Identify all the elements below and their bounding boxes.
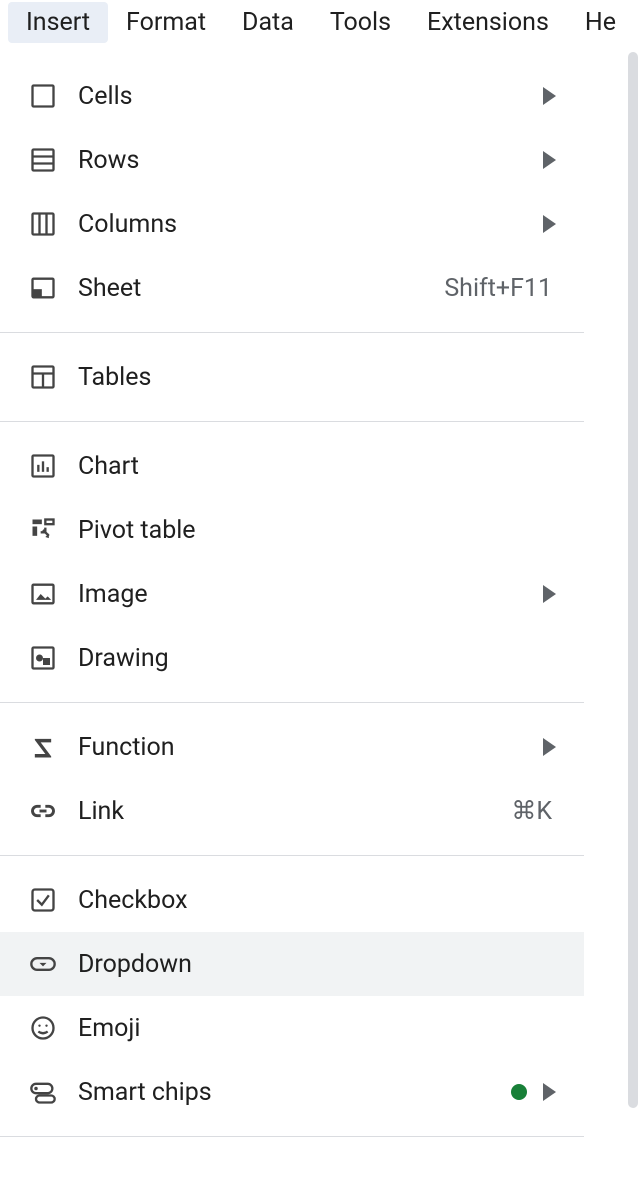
separator: [0, 702, 584, 703]
menu-rows[interactable]: Rows: [0, 128, 584, 192]
menu-cells[interactable]: Cells: [0, 64, 584, 128]
menu-checkbox[interactable]: Checkbox: [0, 868, 584, 932]
menu-columns[interactable]: Columns: [0, 192, 584, 256]
chevron-right-icon: [543, 151, 556, 169]
checkbox-icon: [28, 885, 58, 915]
separator: [0, 421, 584, 422]
menu-shortcut: Shift+F11: [444, 274, 552, 303]
menu-shortcut: ⌘K: [511, 796, 552, 826]
columns-icon: [28, 209, 58, 239]
menu-drawing[interactable]: Drawing: [0, 626, 584, 690]
function-icon: [28, 732, 58, 762]
smartchips-icon: [28, 1077, 58, 1107]
menubar-insert[interactable]: Insert: [8, 2, 108, 43]
rows-icon: [28, 145, 58, 175]
menubar-tools[interactable]: Tools: [312, 2, 409, 43]
cells-icon: [28, 81, 58, 111]
chevron-right-icon: [543, 585, 556, 603]
separator: [0, 1136, 584, 1137]
pivot-icon: [28, 515, 58, 545]
menu-label: Cells: [78, 82, 535, 111]
separator: [0, 332, 584, 333]
menubar-extensions[interactable]: Extensions: [409, 2, 567, 43]
menubar-data[interactable]: Data: [224, 2, 312, 43]
tables-icon: [28, 362, 58, 392]
menu-label: Columns: [78, 210, 535, 239]
chevron-right-icon: [543, 1083, 556, 1101]
menu-label: Emoji: [78, 1014, 556, 1043]
menu-label: Pivot table: [78, 516, 556, 545]
menu-sheet[interactable]: Sheet Shift+F11: [0, 256, 584, 320]
menu-label: Tables: [78, 363, 556, 392]
menu-label: Dropdown: [78, 950, 556, 979]
menu-label: Image: [78, 580, 535, 609]
menu-image[interactable]: Image: [0, 562, 584, 626]
menu-label: Sheet: [78, 274, 444, 303]
menu-label: Function: [78, 733, 535, 762]
menu-label: Rows: [78, 146, 535, 175]
insert-dropdown: Cells Rows Columns Sheet Shift+F11 Table…: [0, 52, 584, 1161]
image-icon: [28, 579, 58, 609]
sheet-icon: [28, 273, 58, 303]
emoji-icon: [28, 1013, 58, 1043]
chart-icon: [28, 451, 58, 481]
menu-label: Chart: [78, 452, 556, 481]
drawing-icon: [28, 643, 58, 673]
menu-dropdown[interactable]: Dropdown: [0, 932, 584, 996]
chevron-right-icon: [543, 87, 556, 105]
chevron-right-icon: [543, 738, 556, 756]
menu-label: Link: [78, 797, 511, 826]
menubar: Insert Format Data Tools Extensions He: [0, 0, 640, 44]
menu-pivot-table[interactable]: Pivot table: [0, 498, 584, 562]
menu-tables[interactable]: Tables: [0, 345, 584, 409]
menu-link[interactable]: Link ⌘K: [0, 779, 584, 843]
chevron-right-icon: [543, 215, 556, 233]
menu-label: Smart chips: [78, 1078, 511, 1107]
menu-chart[interactable]: Chart: [0, 434, 584, 498]
menu-function[interactable]: Function: [0, 715, 584, 779]
scrollbar[interactable]: [628, 52, 638, 1108]
separator: [0, 855, 584, 856]
menubar-help[interactable]: He: [567, 2, 634, 43]
dropdown-icon: [28, 949, 58, 979]
menu-smart-chips[interactable]: Smart chips: [0, 1060, 584, 1124]
menu-emoji[interactable]: Emoji: [0, 996, 584, 1060]
menu-label: Drawing: [78, 644, 556, 673]
new-indicator-dot: [511, 1084, 527, 1100]
menu-label: Checkbox: [78, 886, 556, 915]
link-icon: [28, 796, 58, 826]
menubar-format[interactable]: Format: [108, 2, 224, 43]
